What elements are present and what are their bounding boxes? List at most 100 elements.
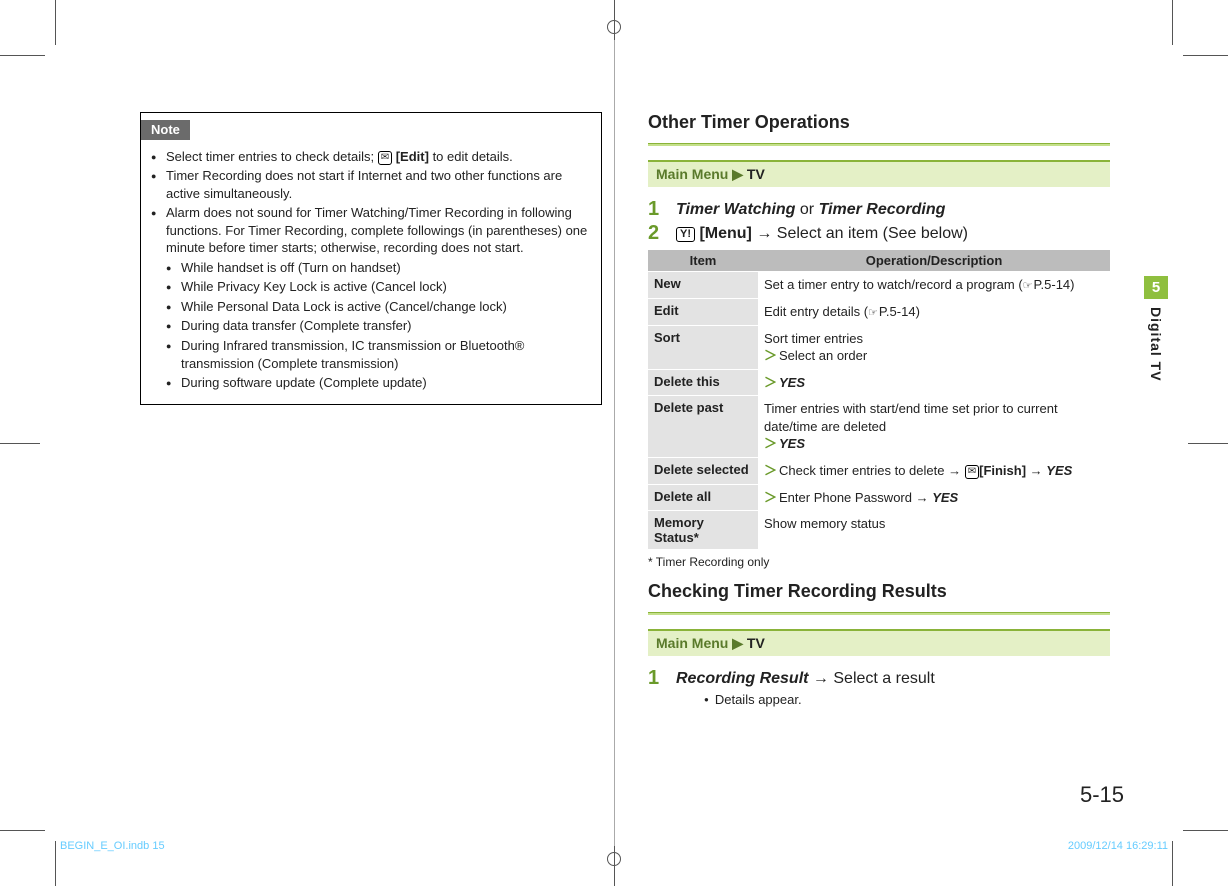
- cell-text: Select an order: [779, 348, 867, 363]
- cell-desc: Sort timer entries ＞Select an order: [758, 325, 1110, 369]
- breadcrumb: Main Menu ▶ TV: [648, 160, 1110, 187]
- chapter-number: 5: [1144, 276, 1168, 299]
- yes-label: YES: [932, 490, 958, 505]
- step-text: Select an item (See below): [777, 225, 968, 242]
- step-1: 1 Timer Watching or Timer Recording: [648, 199, 1110, 219]
- chapter-label: Digital TV: [1144, 299, 1168, 390]
- breadcrumb: Main Menu ▶ TV: [648, 629, 1110, 656]
- cell-item: Sort: [648, 325, 758, 369]
- note-sub: While Personal Data Lock is active (Canc…: [166, 298, 591, 316]
- chevron-icon: ＞: [764, 348, 777, 363]
- finish-label: [Finish]: [979, 463, 1026, 478]
- heading-other-timer: Other Timer Operations: [648, 112, 1110, 133]
- yes-label: YES: [779, 436, 805, 451]
- left-column: Note Select timer entries to check detai…: [140, 112, 602, 826]
- operations-table: Item Operation/Description New Set a tim…: [648, 249, 1110, 549]
- cell-text: Timer entries with start/end time set pr…: [764, 401, 1058, 434]
- step-text: Select a result: [833, 670, 934, 687]
- step-number: 1: [648, 668, 666, 688]
- note-sub: During data transfer (Complete transfer): [166, 317, 591, 335]
- right-column: Other Timer Operations Main Menu ▶ TV 1 …: [648, 112, 1168, 826]
- note-sub: During Infrared transmission, IC transmi…: [166, 337, 591, 372]
- mail-key-icon: ✉: [378, 151, 392, 165]
- cell-desc: ＞YES: [758, 369, 1110, 396]
- cell-text: Set a timer entry to watch/record a prog…: [764, 277, 1023, 292]
- note-bullet: Alarm does not sound for Timer Watching/…: [151, 204, 591, 391]
- table-row: Edit Edit entry details (☞P.5-14): [648, 298, 1110, 325]
- table-row: Delete all ＞Enter Phone Password → YES: [648, 484, 1110, 511]
- heading-checking-results: Checking Timer Recording Results: [648, 581, 1110, 602]
- chevron-icon: ＞: [764, 436, 777, 451]
- cell-item: Delete all: [648, 484, 758, 511]
- cell-text: ): [1070, 277, 1074, 292]
- note-label: Note: [141, 120, 190, 140]
- hand-icon: ☞: [868, 307, 878, 319]
- step-term: Timer Watching: [676, 201, 795, 218]
- rule: [648, 612, 1110, 615]
- note-bullet: Select timer entries to check details; ✉…: [151, 148, 591, 166]
- side-tab: 5 Digital TV: [1144, 276, 1168, 390]
- cell-text: Edit entry details (: [764, 304, 868, 319]
- y-key-icon: Y!: [676, 227, 695, 242]
- chevron-icon: ＞: [764, 375, 777, 390]
- menu-item: TV: [747, 166, 765, 182]
- chevron-icon: ＞: [764, 463, 777, 478]
- arrow-icon: →: [813, 670, 833, 687]
- arrow-icon: →: [756, 225, 776, 242]
- step-number: 1: [648, 199, 666, 219]
- note-text: Select timer entries to check details;: [166, 149, 378, 164]
- table-footnote: * Timer Recording only: [648, 555, 1110, 569]
- table-row: Delete this ＞YES: [648, 369, 1110, 396]
- table-row: Memory Status* Show memory status: [648, 511, 1110, 550]
- cell-item: New: [648, 272, 758, 299]
- cell-text: Sort timer entries: [764, 331, 863, 346]
- table-row: Delete past Timer entries with start/end…: [648, 396, 1110, 458]
- step-text: or: [800, 201, 819, 218]
- arrow-icon: →: [1030, 463, 1047, 478]
- footer-left: BEGIN_E_OI.indb 15: [60, 840, 165, 852]
- page-ref: P.5-14: [879, 303, 916, 321]
- chevron-icon: ＞: [764, 490, 777, 505]
- yes-label: YES: [1046, 463, 1072, 478]
- menu-item: TV: [747, 635, 765, 651]
- step-number: 2: [648, 223, 666, 243]
- step-term: Recording Result: [676, 670, 808, 687]
- cell-item: Delete past: [648, 396, 758, 458]
- note-sub: While handset is off (Turn on handset): [166, 259, 591, 277]
- cell-text: Enter Phone Password →: [779, 490, 932, 505]
- cell-desc: Timer entries with start/end time set pr…: [758, 396, 1110, 458]
- th-op: Operation/Description: [758, 250, 1110, 272]
- step-term: Timer Recording: [819, 201, 946, 218]
- menu-prefix: Main Menu ▶: [656, 635, 747, 651]
- mail-key-icon: ✉: [965, 465, 979, 479]
- table-row: New Set a timer entry to watch/record a …: [648, 272, 1110, 299]
- cell-desc: Show memory status: [758, 511, 1110, 550]
- note-box: Note Select timer entries to check detai…: [140, 112, 602, 405]
- note-bullet: Timer Recording does not start if Intern…: [151, 167, 591, 202]
- cell-item: Edit: [648, 298, 758, 325]
- cell-item: Delete selected: [648, 457, 758, 484]
- note-text: Alarm does not sound for Timer Watching/…: [166, 205, 587, 255]
- step-detail: Details appear.: [704, 692, 935, 707]
- hand-icon: ☞: [1023, 280, 1033, 292]
- note-sub: While Privacy Key Lock is active (Cancel…: [166, 278, 591, 296]
- cell-item: Memory Status*: [648, 511, 758, 550]
- yes-label: YES: [779, 375, 805, 390]
- cell-desc: ＞Check timer entries to delete → ✉[Finis…: [758, 457, 1110, 484]
- page-number: 5-15: [1080, 782, 1124, 808]
- note-sub: During software update (Complete update): [166, 374, 591, 392]
- page-ref: P.5-14: [1034, 276, 1071, 294]
- menu-label: [Menu]: [699, 225, 751, 242]
- cell-desc: ＞Enter Phone Password → YES: [758, 484, 1110, 511]
- cell-text: Check timer entries to delete →: [779, 463, 965, 478]
- menu-prefix: Main Menu ▶: [656, 166, 747, 182]
- note-text: to edit details.: [433, 149, 513, 164]
- step-2: 2 Y! [Menu] → Select an item (See below): [648, 223, 1110, 243]
- table-row: Delete selected ＞Check timer entries to …: [648, 457, 1110, 484]
- th-item: Item: [648, 250, 758, 272]
- cell-item: Delete this: [648, 369, 758, 396]
- edit-label: [Edit]: [396, 149, 429, 164]
- cell-desc: Set a timer entry to watch/record a prog…: [758, 272, 1110, 299]
- table-row: Sort Sort timer entries ＞Select an order: [648, 325, 1110, 369]
- footer-right: 2009/12/14 16:29:11: [1068, 840, 1168, 852]
